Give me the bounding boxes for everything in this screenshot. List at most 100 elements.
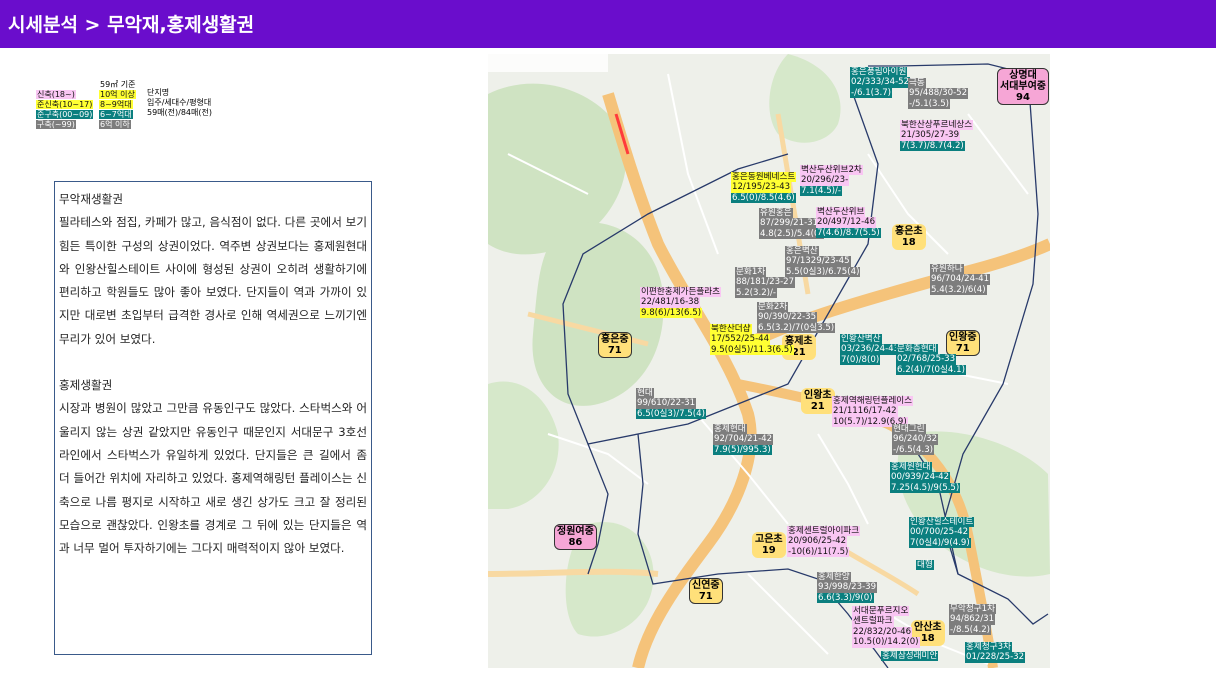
complex-name: 문화1차: [735, 267, 767, 278]
complex-label[interactable]: 현대그린 96/240/32 -/6.5(4.3): [892, 424, 939, 456]
header-bar: 시세분석 > 무악재,홍제생활권: [0, 0, 1216, 48]
complex-label[interactable]: 벽산두산위브2차 20/296/23- 7.1(4.5)/-: [800, 165, 863, 197]
complex-info: 21/305/27-39: [900, 130, 961, 141]
complex-label[interactable]: 홍제한양 93/998/23-39 6.6(3.3)/9(0): [817, 572, 878, 604]
school-marker[interactable]: 상명대 서대부여중 94: [997, 68, 1049, 105]
complex-info: 88/181/23-27: [735, 277, 796, 288]
complex-price: 7(0)/8(0): [840, 354, 881, 366]
complex-price: 5.5(0실3)/6.75(4): [785, 266, 861, 278]
legend-price: 59㎡ 기준 10억 이상 8~9억대 6~7억대 6억 이하: [99, 80, 136, 130]
complex-info: 17/552/25-44: [710, 334, 771, 345]
complex-label[interactable]: 북한산더샵 17/552/25-44 9.5(0실5)/11.3(6.5): [710, 324, 794, 356]
legend-age-new: 신축(18~): [36, 90, 76, 99]
complex-label[interactable]: 홍제원현대 00/939/24-42 7.25(4.5)/9(5.5): [890, 462, 961, 494]
complex-price: 7(4.6)/8.7(5.5): [816, 227, 881, 239]
school-name: 상명대 서대부여중: [1000, 70, 1046, 92]
complex-label[interactable]: 현대 99/610/22-31 6.5(0실3)/7.5(4): [636, 388, 706, 420]
section2-body: 시장과 병원이 많았고 그만큼 유동인구도 많았다. 스타벅스와 어울리지 않는…: [59, 401, 367, 556]
complex-name: 서대문푸르지오: [852, 606, 910, 617]
complex-label[interactable]: 홍제청구3차 01/228/25-32: [965, 642, 1026, 663]
school-marker[interactable]: 홍은중 71: [598, 332, 632, 358]
complex-label[interactable]: 북한산상푸르네상스 21/305/27-39 7(3.7)/8.7(4.2): [900, 120, 974, 152]
complex-price: 4.8(2.5)/5.4(0): [759, 228, 824, 240]
legend-price-under6: 6억 이하: [99, 120, 131, 129]
school-score: 18: [901, 237, 916, 248]
complex-price: -/6.1(3.7): [850, 87, 893, 99]
complex-label[interactable]: 홍제현대 92/704/21-42 7.9(5)/995.3): [713, 424, 774, 456]
complex-price: 6.5(0)/8.5(4.6): [731, 192, 796, 204]
complex-info: 93/998/23-39: [817, 582, 878, 593]
legend-age-semi-new: 준신축(10~17): [36, 100, 94, 109]
complex-info: 94/862/31: [949, 614, 996, 625]
complex-label[interactable]: 인왕산벽산 03/236/24-43 7(0)/8(0): [840, 334, 901, 366]
complex-name: 홍제한양: [817, 572, 851, 583]
section2-title: 홍제생활권: [59, 378, 113, 393]
complex-price: 7.9(5)/995.3): [713, 444, 772, 456]
complex-price: 7(0실4)/9(4.9): [909, 537, 971, 549]
complex-info: 92/704/21-42: [713, 434, 774, 445]
complex-label[interactable]: 극동 95/488/30-52 -/5.1(3.5): [908, 78, 969, 110]
school-score: 19: [761, 545, 776, 556]
complex-label[interactable]: 무악청구1차 94/862/31 -/8.5(4.2): [949, 604, 996, 636]
complex-price: 5.2(3.2)/-: [735, 287, 778, 299]
complex-name: 문화2차: [757, 302, 789, 313]
complex-label[interactable]: 홍제역해링턴플레이스 21/1116/17-42 10(5.7)/12.9(6.…: [832, 396, 914, 428]
complex-name: 북한산더샵: [710, 324, 752, 335]
complex-name: 유원홍은: [759, 208, 793, 219]
legend-price-6: 6~7억대: [99, 110, 133, 119]
complex-label[interactable]: 홍은동원베네스트 12/195/23-43 6.5(0)/8.5(4.6): [731, 172, 797, 204]
complex-info: 99/610/22-31: [636, 398, 697, 409]
complex-label[interactable]: 홍은풍림아이원 02/333/34-52 -/6.1(3.7): [850, 67, 911, 99]
complex-name: 홍은풍림아이원: [850, 67, 908, 78]
complex-price: 10.5(0)/14.2(0): [852, 637, 920, 648]
complex-label[interactable]: 문화1차 88/181/23-27 5.2(3.2)/-: [735, 267, 796, 299]
complex-name: 현대그린: [892, 424, 926, 435]
complex-label[interactable]: 홍제센트럴아이파크 20/906/25-42 -10(6)/11(7.5): [787, 526, 861, 558]
complex-price: 6.2(4)/7(0실4.1): [896, 364, 966, 376]
complex-label[interactable]: 홍제삼성래미안: [881, 651, 939, 662]
school-name: 인왕중: [949, 332, 977, 343]
complex-info: 01/228/25-32: [965, 652, 1026, 663]
complex-price: 7.1(4.5)/-: [800, 185, 843, 197]
complex-name: 문화층현대: [896, 344, 938, 355]
complex-name: 대형: [916, 560, 934, 571]
complex-price: 7.25(4.5)/9(5.5): [890, 482, 961, 494]
school-name: 정원여중: [557, 526, 594, 537]
complex-label[interactable]: 유원홍은 87/299/21-31 4.8(2.5)/5.4(0): [759, 208, 824, 240]
complex-label[interactable]: 이편한홍제가든플라츠 22/481/16-38 9.8(6)/13(6.5): [640, 287, 722, 319]
complex-price: -/5.1(3.5): [908, 98, 951, 110]
complex-label[interactable]: 대형: [916, 560, 934, 571]
complex-name: 홍은벽산: [785, 246, 819, 257]
complex-info: 00/939/24-42: [890, 472, 951, 483]
complex-info: 96/704/24-41: [930, 274, 991, 285]
legend-format-price: 59매(전)/84매(전): [147, 108, 212, 117]
complex-label[interactable]: 유원하나 96/704/24-41 5.4(3.2)/6(4): [930, 264, 991, 296]
complex-label[interactable]: 홍은벽산 97/1329/23-45 5.5(0실3)/6.75(4): [785, 246, 861, 278]
school-score: 94: [1016, 92, 1030, 103]
legend-price-8: 8~9억대: [99, 100, 133, 109]
complex-name: 홍제원현대: [890, 462, 932, 473]
school-marker[interactable]: 신연중 71: [689, 578, 723, 604]
school-marker[interactable]: 고은초 19: [752, 532, 786, 558]
school-marker[interactable]: 인왕초 21: [801, 388, 835, 414]
complex-name: 홍제청구3차: [965, 642, 1012, 653]
school-marker[interactable]: 홍은초 18: [892, 224, 926, 250]
map-view[interactable]: 상명대 서대부여중 94 홍은초 18 홍은중 71 홍제초 21 인왕중 71…: [488, 54, 1050, 668]
school-name: 신연중: [692, 580, 720, 591]
complex-name: 홍제현대: [713, 424, 747, 435]
complex-label[interactable]: 인왕산힐스테이트 00/700/25-42 7(0실4)/9(4.9): [909, 517, 975, 549]
complex-price: 5.4(3.2)/6(4): [930, 284, 987, 296]
school-marker[interactable]: 정원여중 86: [554, 524, 597, 550]
legend-format-info: 입주/세대수/평형대: [147, 98, 212, 107]
complex-label[interactable]: 벽산두산위브 20/497/12-46 7(4.6)/8.7(5.5): [816, 207, 881, 239]
complex-name-2: 센트럴파크: [852, 616, 894, 627]
complex-label[interactable]: 서대문푸르지오 센트럴파크 22/832/20-46 10.5(0)/14.2(…: [852, 606, 920, 648]
complex-label[interactable]: 문화층현대 02/768/25-33 6.2(4)/7(0실4.1): [896, 344, 966, 376]
complex-info: 90/390/22-35: [757, 312, 818, 323]
complex-info: 20/497/12-46: [816, 217, 877, 228]
complex-name: 현대: [636, 388, 654, 399]
complex-info: 02/333/34-52: [850, 77, 911, 88]
complex-info: 22/832/20-46: [852, 626, 913, 638]
school-name: 고은초: [755, 534, 783, 545]
school-score: 86: [568, 537, 583, 548]
